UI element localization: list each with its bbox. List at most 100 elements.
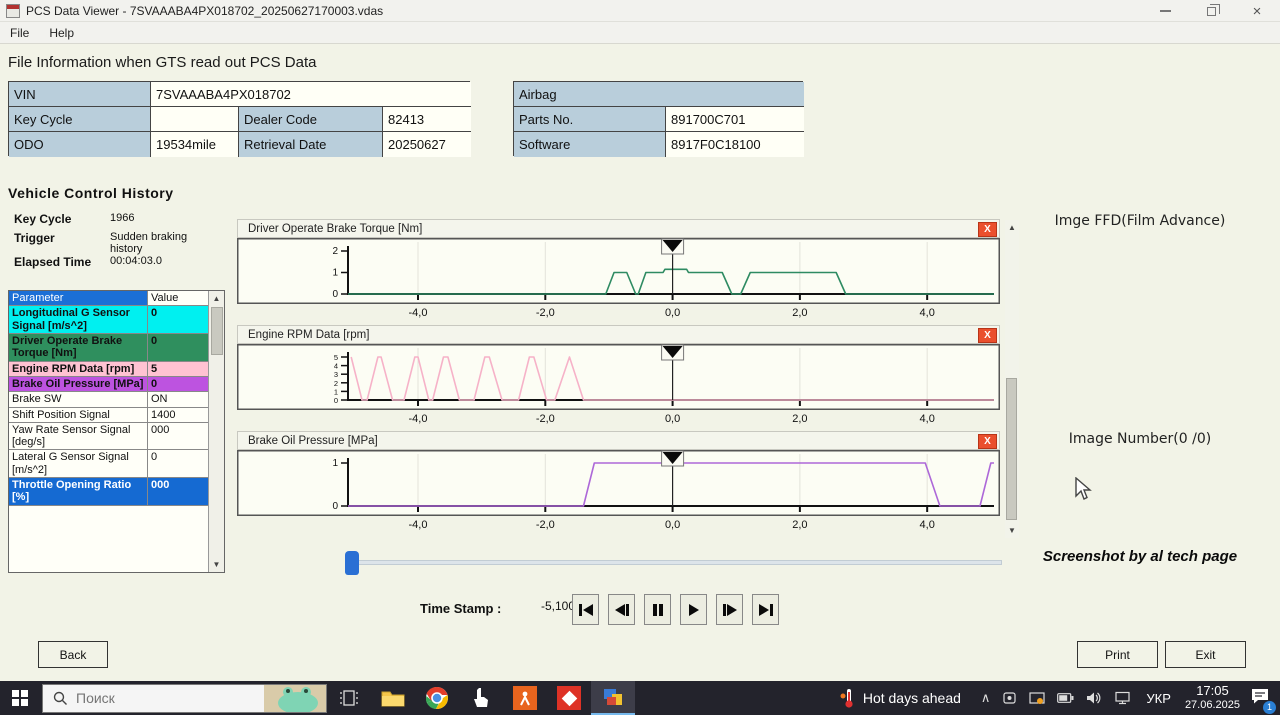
skip-end-button[interactable] (752, 594, 779, 625)
print-button[interactable]: Print (1077, 641, 1158, 668)
software-value: 8917F0C18100 (666, 132, 804, 157)
chart-header: Engine RPM Data [rpm] X (237, 325, 1000, 344)
restore-button[interactable] (1188, 0, 1234, 22)
chart-scroll-down-icon[interactable]: ▼ (1005, 523, 1019, 538)
search-icon (53, 691, 68, 706)
taskbar-search[interactable] (42, 684, 327, 713)
chart-area-scrollbar[interactable]: ▲ ▼ (1005, 220, 1019, 538)
chart-title: Engine RPM Data [rpm] (238, 329, 369, 341)
param-row[interactable]: Lateral G Sensor Signal [m/s^2]0 (9, 450, 209, 478)
menu-item-help[interactable]: Help (39, 24, 84, 42)
svg-text:3: 3 (334, 370, 338, 379)
back-button[interactable]: Back (38, 641, 108, 668)
svg-text:1: 1 (334, 387, 338, 396)
cursor-marker-icon[interactable] (662, 451, 684, 466)
folder-icon (381, 688, 405, 708)
cursor-marker-icon[interactable] (662, 239, 684, 254)
weather-widget[interactable]: Hot days ahead (839, 687, 961, 709)
start-button[interactable] (0, 681, 40, 715)
chrome-button[interactable] (415, 681, 459, 715)
scrollbar-thumb[interactable] (211, 307, 223, 355)
svg-text:1: 1 (332, 268, 338, 279)
time-slider-track[interactable] (348, 560, 1002, 565)
param-name: Shift Position Signal (9, 408, 148, 422)
red-app-button[interactable] (547, 681, 591, 715)
notification-button[interactable]: 1 (1250, 687, 1270, 710)
svg-text:-2,0: -2,0 (536, 413, 555, 425)
notification-badge: 1 (1263, 701, 1276, 714)
param-name: Longitudinal G Sensor Signal [m/s^2] (9, 306, 148, 333)
chrome-icon (425, 686, 449, 710)
param-name: Driver Operate Brake Torque [Nm] (9, 334, 148, 361)
task-view-button[interactable] (327, 681, 371, 715)
param-name: Engine RPM Data [rpm] (9, 362, 148, 376)
minimize-button[interactable] (1142, 0, 1188, 22)
chart-title: Driver Operate Brake Torque [Nm] (238, 223, 422, 235)
chart-header: Brake Oil Pressure [MPa]X (237, 431, 1000, 450)
param-row[interactable]: Engine RPM Data [rpm]5 (9, 362, 209, 377)
play-button[interactable] (680, 594, 707, 625)
orange-app-button[interactable] (503, 681, 547, 715)
window-title: PCS Data Viewer - 7SVAAABA4PX018702_2025… (26, 4, 383, 18)
param-row[interactable]: Shift Position Signal1400 (9, 408, 209, 423)
tray-device-icon[interactable] (1002, 691, 1017, 705)
svg-text:-4,0: -4,0 (409, 413, 428, 425)
svg-text:0,0: 0,0 (665, 307, 680, 319)
chart-header: Driver Operate Brake Torque [Nm] X (237, 219, 1000, 238)
retrieval-date-value: 20250627 (383, 132, 471, 157)
exit-button[interactable]: Exit (1165, 641, 1246, 668)
parameter-table-header: ParameterValue (9, 291, 209, 306)
menu-item-file[interactable]: File (0, 24, 39, 42)
svg-text:0: 0 (334, 396, 338, 405)
clock-time: 17:05 (1185, 684, 1240, 699)
hand-cursor-icon (472, 687, 490, 709)
pause-icon (650, 602, 666, 618)
tray-photos-icon[interactable] (1029, 691, 1045, 705)
weather-text: Hot days ahead (863, 690, 961, 706)
search-input[interactable] (76, 690, 236, 706)
param-row[interactable]: Brake SWON (9, 392, 209, 407)
hidden-icons-chevron[interactable]: ∧ (981, 690, 991, 706)
taskbar: Hot days ahead ∧ УКР 17:05 27.06.2 (0, 681, 1280, 715)
scroll-down-icon[interactable]: ▼ (209, 557, 224, 572)
software-label: Software (514, 132, 666, 157)
chart-scrollbar-thumb[interactable] (1006, 378, 1017, 520)
diamond-app-icon (557, 686, 581, 710)
param-row[interactable]: Driver Operate Brake Torque [Nm]0 (9, 334, 209, 362)
dealer-code-value: 82413 (383, 107, 471, 132)
pause-button[interactable] (644, 594, 671, 625)
param-row[interactable]: Longitudinal G Sensor Signal [m/s^2]0 (9, 306, 209, 334)
skip-start-button[interactable] (572, 594, 599, 625)
pointer-app-button[interactable] (459, 681, 503, 715)
param-value: 5 (148, 362, 209, 376)
step-forward-button[interactable] (716, 594, 743, 625)
svg-text:4,0: 4,0 (920, 307, 935, 319)
param-value: 1400 (148, 408, 209, 422)
cursor-marker-icon[interactable] (662, 345, 684, 360)
svg-text:0,0: 0,0 (665, 519, 680, 531)
chart-scroll-up-icon[interactable]: ▲ (1005, 220, 1019, 235)
pcs-viewer-taskbar-button[interactable] (591, 681, 635, 715)
step-back-button[interactable] (608, 594, 635, 625)
time-slider-thumb[interactable] (345, 551, 359, 575)
value-header: Value (148, 291, 209, 305)
network-icon[interactable] (1114, 691, 1132, 705)
chart-close-button[interactable]: X (978, 328, 997, 343)
app-window: PCS Data Viewer - 7SVAAABA4PX018702_2025… (0, 0, 1280, 715)
param-row[interactable]: Brake Oil Pressure [MPa]0 (9, 377, 209, 392)
scroll-up-icon[interactable]: ▲ (209, 291, 224, 306)
param-row[interactable]: Yaw Rate Sensor Signal [deg/s]000 (9, 423, 209, 451)
chart-close-button[interactable]: X (978, 222, 997, 237)
volume-icon[interactable] (1086, 691, 1102, 705)
close-button[interactable]: × (1234, 0, 1280, 22)
param-row[interactable]: Throttle Opening Ratio [%]000 (9, 478, 209, 506)
vch-heading: Vehicle Control History (8, 185, 174, 201)
battery-icon[interactable] (1057, 692, 1074, 704)
taskbar-clock[interactable]: 17:05 27.06.2025 (1185, 684, 1240, 712)
chart-close-button[interactable]: X (978, 434, 997, 449)
language-indicator[interactable]: УКР (1146, 691, 1171, 706)
vch-key-cycle-label: Key Cycle (14, 212, 71, 226)
thermometer-icon (839, 687, 855, 709)
parameter-table-scrollbar[interactable]: ▲ ▼ (208, 291, 224, 572)
file-explorer-button[interactable] (371, 681, 415, 715)
